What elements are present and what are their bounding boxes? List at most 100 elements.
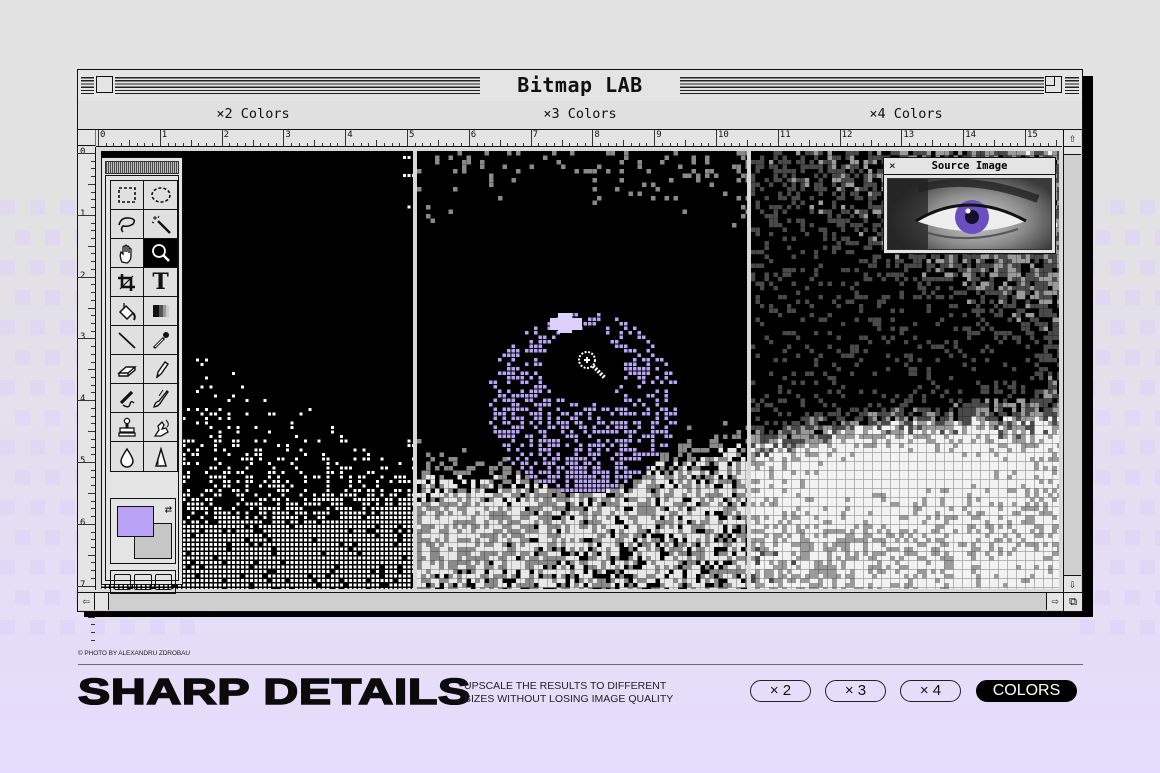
pill-x4[interactable]: × 4 (900, 680, 961, 702)
foreground-color-swatch[interactable] (117, 506, 154, 537)
tool-ellipse-marquee[interactable] (144, 181, 177, 210)
tool-crop[interactable] (111, 268, 144, 297)
tool-paint-bucket[interactable] (111, 297, 144, 326)
ruler-tick (847, 143, 849, 146)
tool-line[interactable] (111, 326, 144, 355)
close-icon[interactable]: × (889, 158, 896, 174)
background-pixel (60, 620, 75, 635)
screen-mode-full-menu-icon[interactable] (134, 574, 152, 594)
source-window-title-bar[interactable]: × Source Image (884, 158, 1055, 175)
close-box-icon[interactable] (96, 76, 113, 93)
screen-mode-full-icon[interactable] (154, 574, 172, 590)
footer-divider (78, 664, 1083, 665)
ruler-tick (91, 570, 95, 572)
tool-rect-marquee[interactable] (111, 181, 144, 210)
ruler-tick (461, 143, 463, 146)
vertical-scroll-thumb[interactable] (1064, 147, 1081, 155)
ruler-tick (754, 143, 756, 146)
grow-box-icon[interactable]: ⧉ (1063, 592, 1082, 611)
ruler-tick (175, 143, 177, 146)
ruler-tick (77, 400, 95, 402)
ruler-tick (368, 143, 370, 146)
ruler-h-number: 14 (965, 130, 977, 140)
ruler-tick (824, 143, 826, 146)
background-pixel (1125, 230, 1140, 245)
ruler-tick (283, 130, 285, 146)
ruler-tick (91, 222, 95, 224)
background-pixel (15, 230, 30, 245)
scroll-left-arrow-icon[interactable]: ⇦ (78, 593, 95, 610)
ruler-tick (91, 353, 95, 355)
background-pixel (15, 290, 30, 305)
scroll-down-arrow-icon[interactable]: ⇩ (1064, 575, 1081, 592)
ruler-tick (407, 130, 408, 146)
horizontal-scroll-thumb[interactable] (95, 593, 109, 610)
background-pixel (0, 380, 15, 395)
ruler-tick (77, 338, 95, 340)
palette-drag-bar[interactable] (105, 161, 179, 174)
ruler-tick (77, 523, 95, 525)
swap-colors-icon[interactable]: ⇄ (165, 502, 172, 516)
background-pixel (60, 320, 75, 335)
ruler-tick (91, 508, 95, 510)
background-pixel (60, 440, 75, 455)
tool-zoom[interactable] (144, 239, 177, 268)
ruler-tick (88, 183, 95, 185)
tool-hand[interactable] (111, 239, 144, 268)
ruler-tick (91, 423, 95, 425)
ruler-h-number: 15 (1027, 130, 1038, 140)
vertical-scrollbar[interactable]: ⇧ ⇩ (1063, 130, 1082, 592)
ruler-tick (91, 176, 95, 178)
tool-smudge[interactable] (144, 413, 177, 442)
ruler-tick (91, 346, 95, 348)
pill-x3[interactable]: × 3 (825, 680, 886, 702)
tool-lasso[interactable] (111, 210, 144, 239)
ruler-tick (793, 143, 795, 146)
tool-blur[interactable] (111, 442, 144, 471)
ruler-tick (360, 143, 362, 146)
ruler-tick (631, 143, 633, 146)
tool-sharpen[interactable] (144, 442, 177, 471)
ruler-tick (1025, 130, 1026, 146)
ruler-tick (399, 143, 401, 146)
background-pixel (1110, 260, 1125, 275)
ruler-v-number: 1 (80, 208, 86, 219)
ruler-tick (91, 160, 95, 162)
ruler-tick (716, 130, 717, 146)
ruler-tick (88, 554, 95, 556)
pill-x2[interactable]: × 2 (750, 680, 811, 702)
tool-rubber-stamp[interactable] (111, 413, 144, 442)
title-bar[interactable]: Bitmap LAB (78, 70, 1082, 102)
tool-magic-wand[interactable] (144, 210, 177, 239)
ruler-h-number: 7 (532, 130, 539, 140)
ruler-tick (831, 143, 833, 146)
screen-mode-windowed-icon[interactable] (114, 574, 132, 590)
tool-eyedropper[interactable] (144, 326, 177, 355)
ruler-h-number: 10 (718, 130, 729, 140)
horizontal-scrollbar[interactable]: ⇦ ⇨ (78, 592, 1063, 611)
ruler-tick (190, 140, 192, 146)
ruler-tick (91, 168, 95, 170)
tool-gradient[interactable] (144, 297, 177, 326)
tool-airbrush[interactable] (111, 384, 144, 413)
tool-eraser[interactable] (111, 355, 144, 384)
ruler-tick (337, 143, 339, 146)
zoom-box-icon[interactable] (1045, 76, 1062, 93)
background-pixel (180, 620, 195, 635)
tool-paintbrush[interactable] (144, 384, 177, 413)
scroll-right-arrow-icon[interactable]: ⇨ (1046, 593, 1063, 610)
pill-colors[interactable]: COLORS (976, 680, 1077, 702)
ruler-tick (91, 577, 95, 579)
ruler-tick (267, 143, 269, 146)
ruler-tick (515, 143, 517, 146)
scroll-up-arrow-icon[interactable]: ⇧ (1064, 130, 1081, 147)
background-pixel (15, 350, 30, 365)
tool-pencil[interactable] (144, 355, 177, 384)
ruler-tick (615, 143, 617, 146)
rect-marquee-icon (118, 187, 136, 203)
ruler-v-number: 2 (80, 270, 86, 281)
background-pixel (45, 230, 60, 245)
tool-type[interactable]: T (144, 268, 177, 297)
ruler-tick (661, 143, 663, 146)
ruler-tick (947, 143, 949, 146)
